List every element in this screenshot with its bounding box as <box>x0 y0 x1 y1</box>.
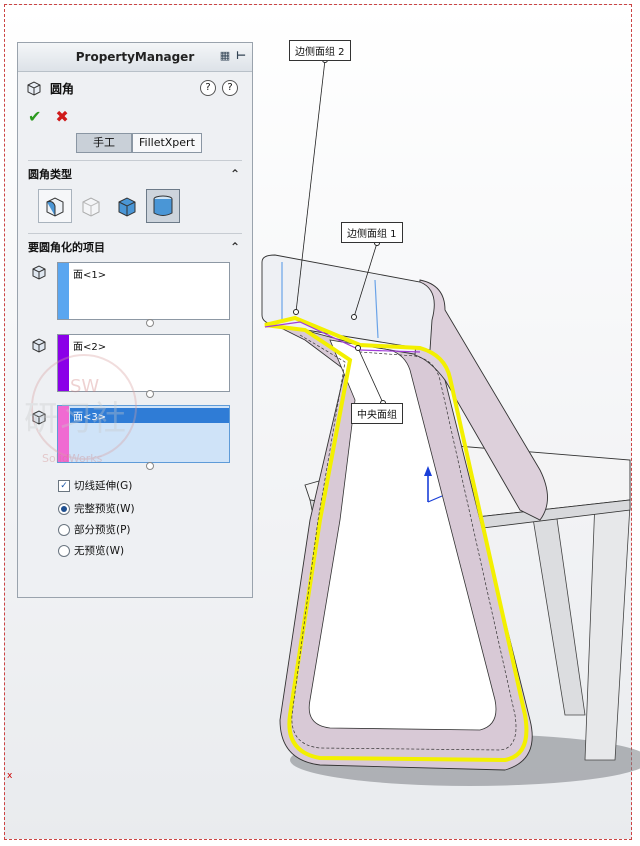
anchor-center <box>355 345 361 351</box>
tangent-propagation-option[interactable]: ✓ 切线延伸(G) <box>58 478 132 493</box>
items-header[interactable]: 要圆角化的项目 ⌃ <box>18 234 252 260</box>
full-round-icon <box>153 195 173 216</box>
face-icon <box>32 265 46 280</box>
no-preview-label: 无预览(W) <box>74 545 125 557</box>
tab-filletxpert[interactable]: FilletXpert <box>132 133 202 153</box>
face-fillet-button[interactable] <box>110 189 144 223</box>
feature-title: 圆角 <box>50 81 75 96</box>
face-1-color <box>58 263 69 319</box>
full-preview-label: 完整预览(W) <box>74 503 135 515</box>
watermark-seal-icon: SW 研习社 SolidWorks <box>24 354 137 465</box>
partial-preview-label: 部分预览(P) <box>74 524 131 536</box>
items-title: 要圆角化的项目 <box>28 241 105 254</box>
backrest <box>261 254 435 351</box>
full-preview-radio[interactable] <box>58 502 70 515</box>
pin-icon[interactable]: ⊢ <box>234 49 248 63</box>
tangent-checkbox[interactable]: ✓ <box>58 479 70 492</box>
face-fillet-icon <box>118 197 136 217</box>
chevron-up-icon[interactable]: ⌃ <box>230 167 240 181</box>
pm-grid-icon[interactable]: ▦ <box>218 49 232 63</box>
ok-icon[interactable]: ✔ <box>28 107 41 126</box>
origin-mark: x <box>7 771 13 781</box>
callout-side-face-2[interactable]: 边侧面组 2 <box>289 40 351 61</box>
constant-radius-icon <box>46 197 64 217</box>
svg-text:SW: SW <box>70 376 99 397</box>
detail-help-icon[interactable]: ? <box>200 80 216 96</box>
anchor-side-2 <box>293 309 299 315</box>
face-1-label[interactable]: 面<1> <box>73 266 106 281</box>
watermark-logo: SW 研习社 SolidWorks <box>14 352 164 475</box>
help-icon[interactable]: ? <box>222 80 238 96</box>
back-leg-right <box>584 499 631 761</box>
svg-text:研习社: 研习社 <box>24 399 126 439</box>
no-preview-option[interactable]: 无预览(W) <box>58 543 124 558</box>
pm-header: PropertyManager ▦ ⊢ <box>18 43 252 72</box>
variable-radius-fillet-button[interactable] <box>74 189 108 223</box>
pm-title: PropertyManager <box>75 50 195 64</box>
chevron-up-icon[interactable]: ⌃ <box>230 240 240 254</box>
variable-radius-icon <box>82 197 100 217</box>
property-manager: PropertyManager ▦ ⊢ 圆角 ? ? ✔ ✖ 手工 Fillet… <box>17 42 253 598</box>
no-preview-radio[interactable] <box>58 544 70 557</box>
fillet-type-title: 圆角类型 <box>28 168 72 181</box>
full-round-fillet-button[interactable] <box>146 189 180 223</box>
back-leg-left <box>529 499 586 716</box>
fillet-type-header[interactable]: 圆角类型 ⌃ <box>18 161 252 187</box>
fillet-feature-icon <box>27 81 41 96</box>
ok-cancel-row: ✔ ✖ <box>18 104 252 128</box>
full-preview-option[interactable]: 完整预览(W) <box>58 501 135 516</box>
mode-tabs: 手工 FilletXpert <box>18 128 252 158</box>
feature-title-row: 圆角 ? ? <box>18 72 252 104</box>
face-2-label[interactable]: 面<2> <box>73 338 106 353</box>
resize-handle[interactable] <box>146 319 154 327</box>
constant-radius-fillet-button[interactable] <box>38 189 72 223</box>
callout-center-face[interactable]: 中央面组 <box>351 403 403 424</box>
face-icon <box>32 338 46 353</box>
tab-manual[interactable]: 手工 <box>76 133 132 153</box>
anchor-side-1 <box>351 314 357 320</box>
cancel-icon[interactable]: ✖ <box>55 107 68 126</box>
svg-text:SolidWorks: SolidWorks <box>42 452 103 465</box>
fillet-type-buttons <box>18 187 252 225</box>
partial-preview-option[interactable]: 部分预览(P) <box>58 522 131 537</box>
partial-preview-radio[interactable] <box>58 523 70 536</box>
face-list-1[interactable]: 面<1> <box>57 262 230 320</box>
tangent-label: 切线延伸(G) <box>74 480 133 492</box>
callout-side-face-1[interactable]: 边侧面组 1 <box>341 222 403 243</box>
